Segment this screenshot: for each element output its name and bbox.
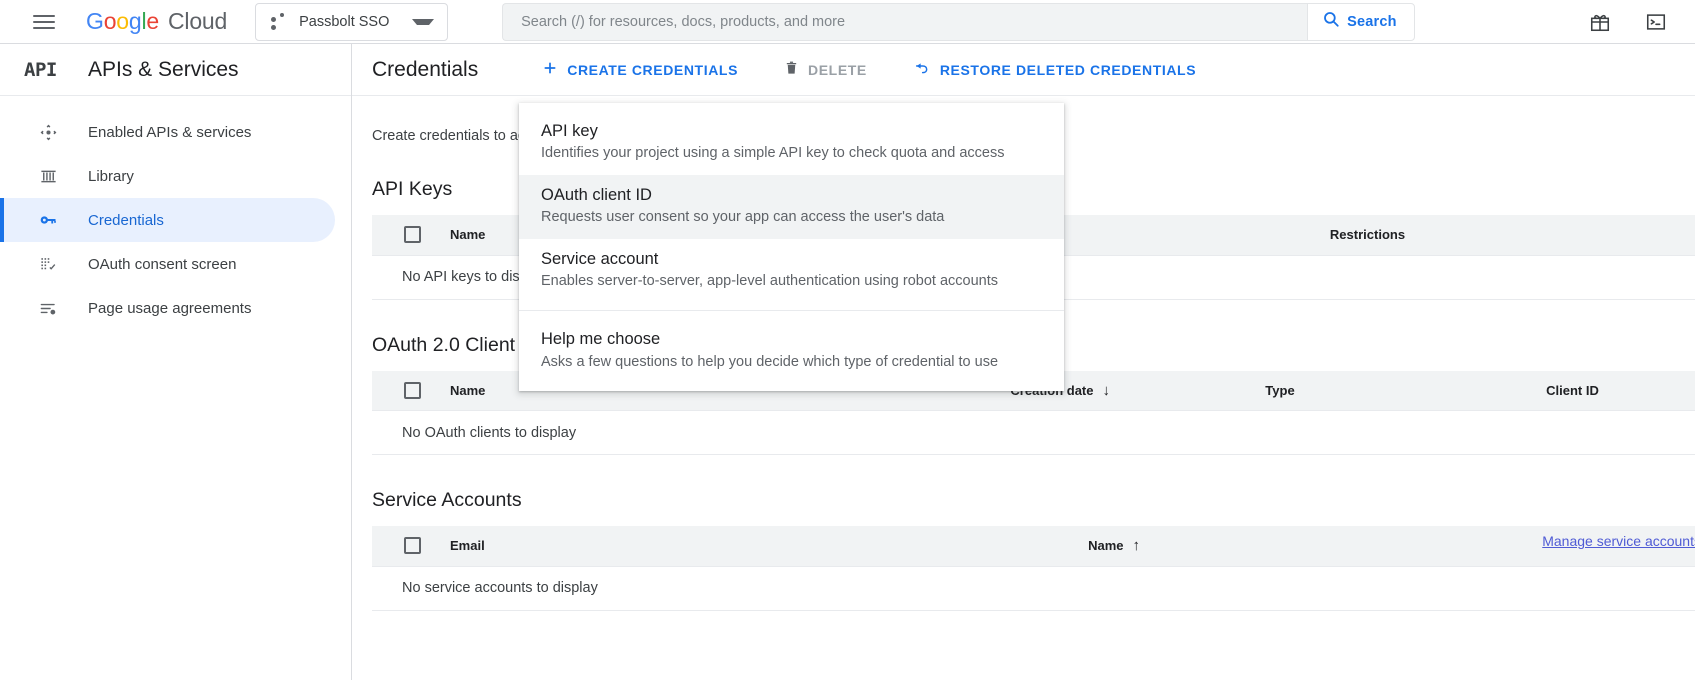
top-app-bar: Google Cloud Passbolt SSO Search <box>0 0 1695 44</box>
column-header-restrictions[interactable]: Restrictions <box>1160 215 1575 256</box>
plus-icon <box>542 60 558 79</box>
sidebar-nav-list: Enabled APIs & services Library Credenti… <box>0 96 351 330</box>
menu-item-description: Enables server-to-server, app-level auth… <box>541 272 999 289</box>
column-header-type[interactable]: Type <box>1110 370 1450 411</box>
select-all-header <box>372 215 450 256</box>
key-icon <box>36 208 60 232</box>
library-icon <box>36 164 60 188</box>
cloud-shell-terminal-icon[interactable] <box>1643 9 1669 35</box>
undo-icon <box>913 60 931 79</box>
sidebar-title: APIs & Services <box>88 57 239 81</box>
gift-icon[interactable] <box>1587 9 1613 35</box>
search-button[interactable]: Search <box>1307 2 1415 41</box>
create-credentials-label: CREATE CREDENTIALS <box>567 61 739 78</box>
sidebar-item-label: Library <box>88 167 134 185</box>
menu-item-oauth-client-id[interactable]: OAuth client ID Requests user consent so… <box>519 174 1064 239</box>
sidebar-item-enabled-apis[interactable]: Enabled APIs & services <box>0 110 335 154</box>
menu-item-description: Asks a few questions to help you decide … <box>541 353 999 370</box>
column-header-name[interactable]: Name ↑ <box>930 526 1141 567</box>
left-navigation: API APIs & Services Enabled APIs & servi… <box>0 44 352 680</box>
search-field-wrapper[interactable] <box>502 2 1308 41</box>
sidebar-item-credentials[interactable]: Credentials <box>0 198 335 242</box>
chevron-down-icon <box>412 18 435 25</box>
sidebar-item-page-usage-agreements[interactable]: Page usage agreements <box>0 286 335 330</box>
project-dots-icon <box>269 12 289 32</box>
project-picker[interactable]: Passbolt SSO <box>255 2 449 41</box>
search-button-label: Search <box>1347 13 1397 30</box>
page-title: Credentials <box>372 57 479 81</box>
service-accounts-table: Email Name ↑ No service accounts to disp… <box>372 526 1695 611</box>
empty-state-text: No OAuth clients to display <box>372 410 1695 455</box>
manage-service-accounts-link[interactable]: Manage service accounts <box>1542 533 1695 549</box>
sort-ascending-icon: ↑ <box>1132 537 1141 555</box>
select-all-checkbox[interactable] <box>404 381 421 399</box>
menu-item-service-account[interactable]: Service account Enables server-to-server… <box>519 239 1064 303</box>
api-dashboard-icon <box>36 120 60 144</box>
project-name: Passbolt SSO <box>299 13 390 30</box>
create-credentials-menu: API key Identifies your project using a … <box>519 103 1064 392</box>
menu-item-title: API key <box>541 122 598 140</box>
sidebar-item-label: OAuth consent screen <box>88 255 237 273</box>
column-header-actions <box>1575 215 1695 256</box>
google-wordmark: Google <box>86 8 159 34</box>
restore-label: RESTORE DELETED CREDENTIALS <box>939 61 1197 78</box>
table-header-row: Email Name ↑ <box>372 526 1695 567</box>
table-empty-row: No OAuth clients to display <box>372 410 1695 455</box>
menu-item-description: Requests user consent so your app can ac… <box>541 209 945 226</box>
sidebar-item-label: Enabled APIs & services <box>88 123 252 141</box>
restore-deleted-credentials-button[interactable]: RESTORE DELETED CREDENTIALS <box>903 53 1206 87</box>
empty-state-text: No service accounts to display <box>372 566 1695 611</box>
delete-button[interactable]: DELETE <box>774 53 877 87</box>
sidebar-item-library[interactable]: Library <box>0 154 335 198</box>
select-all-checkbox[interactable] <box>404 226 421 244</box>
sidebar-header: API APIs & Services <box>0 44 351 96</box>
menu-item-title: OAuth client ID <box>541 185 652 204</box>
toolbar-actions: CREATE CREDENTIALS DELETE RESTORE DELETE… <box>532 53 1232 87</box>
consent-screen-icon <box>36 252 60 276</box>
trash-icon <box>784 60 799 79</box>
search-input[interactable] <box>519 12 1292 31</box>
page-usage-agreements-icon <box>36 296 60 320</box>
select-all-header <box>372 370 450 411</box>
delete-label: DELETE <box>808 61 867 78</box>
create-credentials-button[interactable]: CREATE CREDENTIALS <box>532 53 748 87</box>
section-title-service-accounts: Service Accounts <box>372 489 522 511</box>
select-all-checkbox[interactable] <box>404 537 421 555</box>
sort-descending-icon: ↓ <box>1102 381 1111 399</box>
menu-item-title: Help me choose <box>541 330 661 349</box>
cloud-wordmark: Cloud <box>168 8 228 34</box>
table-empty-row: No service accounts to display <box>372 566 1695 611</box>
menu-item-title: Service account <box>541 249 659 268</box>
hamburger-icon[interactable] <box>30 8 58 36</box>
topbar-icon-group <box>1587 9 1669 35</box>
search-icon <box>1322 10 1340 33</box>
api-product-icon: API <box>24 58 57 81</box>
sidebar-item-oauth-consent-screen[interactable]: OAuth consent screen <box>0 242 335 286</box>
content-toolbar: Credentials CREATE CREDENTIALS DELETE RE… <box>352 44 1695 96</box>
select-all-header <box>372 526 450 567</box>
column-header-email[interactable]: Email <box>450 526 930 567</box>
sidebar-item-label: Page usage agreements <box>88 299 252 317</box>
google-cloud-logo[interactable]: Google Cloud <box>86 8 227 35</box>
menu-item-help-me-choose[interactable]: Help me choose Asks a few questions to h… <box>519 319 1064 383</box>
menu-item-api-key[interactable]: API key Identifies your project using a … <box>519 111 1064 175</box>
column-header-client-id[interactable]: Client ID <box>1450 370 1695 411</box>
menu-item-description: Identifies your project using a simple A… <box>541 145 1005 162</box>
menu-separator <box>519 310 1064 312</box>
sidebar-item-label: Credentials <box>88 211 164 229</box>
